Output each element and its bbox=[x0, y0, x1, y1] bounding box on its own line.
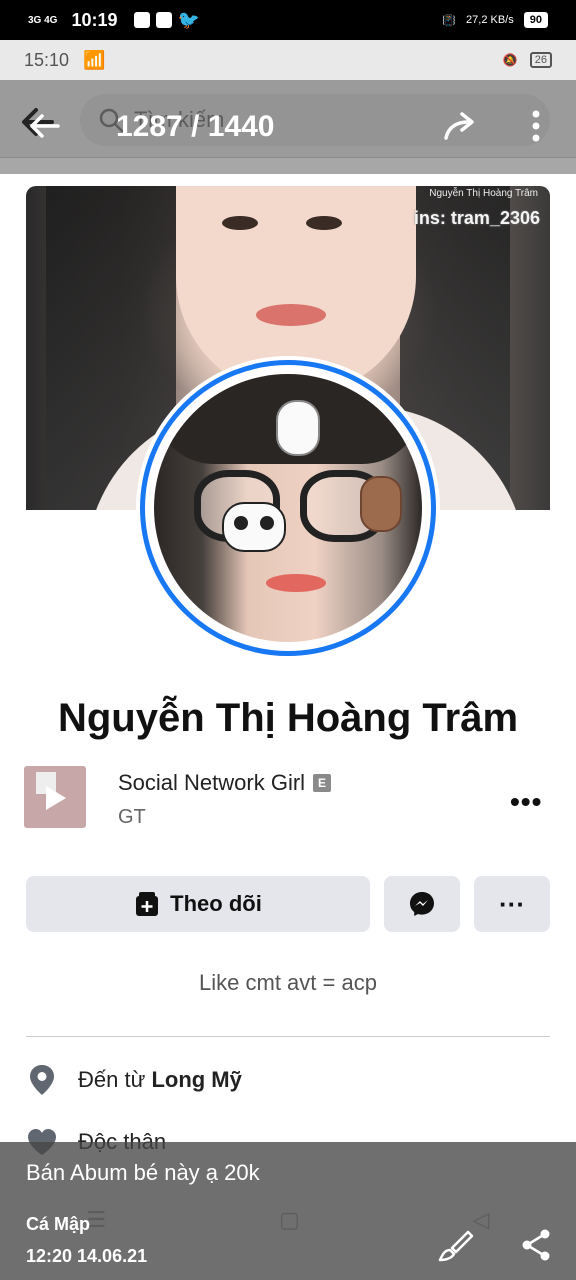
follow-icon bbox=[136, 892, 159, 916]
profile-name: Nguyễn Thị Hoàng Trâm bbox=[57, 696, 519, 740]
share-icon[interactable] bbox=[520, 1228, 552, 1262]
forward-icon[interactable] bbox=[442, 108, 480, 144]
wifi-icon: 📶 bbox=[83, 49, 106, 70]
grizzly-sticker bbox=[360, 476, 402, 532]
inner-status-time: 15:10 bbox=[24, 49, 70, 70]
more-vertical-icon[interactable] bbox=[524, 106, 548, 146]
panda-sticker bbox=[222, 502, 286, 552]
explicit-badge: E bbox=[313, 774, 332, 792]
hometown-place[interactable]: Long Mỹ bbox=[151, 1067, 241, 1092]
battery-indicator: 90 bbox=[523, 12, 548, 28]
vibrate-icon: 📳 bbox=[442, 14, 457, 27]
data-speed: 27,2 KB/s bbox=[466, 14, 514, 26]
caption-author: Cá Mập bbox=[26, 1214, 91, 1234]
caption-timestamp: 12:20 14.06.21 bbox=[26, 1246, 148, 1266]
hometown-row: Đến từ Long Mỹ bbox=[26, 1064, 242, 1096]
play-icon bbox=[46, 786, 66, 810]
status-time: 10:19 bbox=[71, 9, 118, 30]
viewer-back-icon[interactable] bbox=[26, 108, 62, 144]
follow-button[interactable]: Theo dõi bbox=[26, 876, 370, 932]
viewed-screenshot: 15:10 📶 🔕 26 Tìm kiếm Nguyễn Thị Hoàng T… bbox=[0, 40, 576, 1280]
ice-bear-sticker bbox=[276, 400, 320, 456]
music-title-row[interactable]: Social Network Girl E bbox=[118, 770, 332, 796]
music-artist: GT bbox=[118, 806, 146, 828]
profile-bio: Like cmt avt = acp bbox=[199, 970, 377, 995]
hometown-prefix: Đến từ bbox=[78, 1067, 152, 1092]
caption-text: Bán Abum bé này ạ 20k bbox=[26, 1160, 260, 1185]
network-indicator: 3G 4G bbox=[28, 14, 58, 26]
messenger-button[interactable] bbox=[384, 876, 460, 932]
viewer-caption: Bán Abum bé này ạ 20k Cá Mập 12:20 14.06… bbox=[0, 1142, 576, 1280]
music-thumbnail[interactable] bbox=[24, 766, 86, 828]
twitter-icon: 🐦 bbox=[177, 9, 200, 30]
zalo-notification-icon bbox=[155, 12, 172, 28]
image-counter: 1287 / 1440 bbox=[116, 110, 275, 143]
avatar[interactable] bbox=[154, 374, 422, 642]
follow-label: Theo dõi bbox=[170, 891, 262, 916]
inner-status-bar: 15:10 📶 🔕 26 bbox=[0, 40, 576, 80]
location-pin-icon bbox=[30, 1065, 54, 1095]
cover-watermark: Nguyễn Thị Hoàng Trâm bbox=[429, 188, 538, 199]
viewer-top-bar: 1287 / 1440 bbox=[0, 80, 576, 174]
outer-status-bar: 3G 4G 10:19 🐦 📳 27,2 KB/s 90 bbox=[0, 0, 576, 40]
gallery-notification-icon bbox=[133, 12, 150, 28]
cover-instagram-handle: ins: tram_2306 bbox=[413, 208, 540, 228]
music-title: Social Network Girl bbox=[118, 770, 306, 795]
music-more-icon[interactable]: ••• bbox=[510, 786, 542, 818]
inner-battery: 26 bbox=[529, 52, 552, 68]
divider bbox=[26, 1036, 550, 1037]
edit-brush-icon[interactable] bbox=[438, 1228, 474, 1264]
more-options-button[interactable]: ··· bbox=[474, 876, 550, 932]
messenger-icon bbox=[410, 892, 434, 916]
mute-icon: 🔕 bbox=[502, 53, 518, 67]
